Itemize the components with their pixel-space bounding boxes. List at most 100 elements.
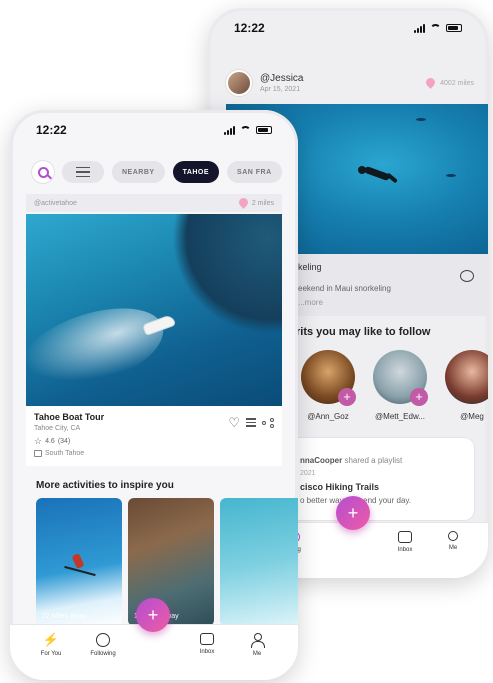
activity-rating: ☆ 4.6 (34) xyxy=(34,437,70,446)
caption-more-link[interactable]: ...more xyxy=(298,298,323,307)
status-time: 12:22 xyxy=(36,123,67,137)
filter-bar: NEARBY TAHOE SAN FRA xyxy=(10,150,298,194)
chip-nearby[interactable]: NEARBY xyxy=(112,161,165,183)
playlist-card[interactable]: nnaCooper shared a playlist 2021 cisco H… xyxy=(288,438,474,520)
search-icon xyxy=(37,166,49,178)
post-username[interactable]: @Jessica xyxy=(260,73,304,84)
boat-wake xyxy=(26,292,174,406)
search-button[interactable] xyxy=(32,161,54,183)
post-header: @activetahoe 2 miles xyxy=(26,194,282,212)
following-icon xyxy=(96,633,110,647)
activity-area: South Tahoe xyxy=(34,450,84,457)
follow-section-title: rits you may like to follow xyxy=(296,326,431,338)
area-label: South Tahoe xyxy=(45,450,85,457)
activity-location: Tahoe City, CA xyxy=(34,425,81,432)
tab-label: Following xyxy=(90,651,116,657)
post-location: 4002 miles xyxy=(426,78,474,89)
chip-tahoe[interactable]: TAHOE xyxy=(172,161,220,183)
marketing-stage: 12:22 @Jessica Apr 15, 2021 4002 miles k… xyxy=(0,0,493,683)
post-distance: 2 miles xyxy=(251,199,274,207)
fish-shape xyxy=(446,174,456,177)
post-location: 2 miles xyxy=(239,198,274,209)
water-shadow xyxy=(172,214,282,334)
post-user: @Jessica Apr 15, 2021 xyxy=(260,73,304,93)
rating-count: (34) xyxy=(57,438,71,445)
location-pin-icon xyxy=(426,78,435,89)
heart-icon[interactable]: ♡ xyxy=(228,416,240,429)
person-card[interactable]: + @Ann_Goz xyxy=(300,350,356,421)
tab-me[interactable]: Me xyxy=(428,531,478,551)
post-distance: 4002 miles xyxy=(440,79,474,87)
status-icons xyxy=(414,23,462,33)
tab-for-you[interactable]: ⚡ For You xyxy=(26,632,76,658)
bolt-icon: ⚡ xyxy=(42,632,60,647)
inspire-section-title: More activities to inspire you xyxy=(36,480,174,491)
rating-value: 4.6 xyxy=(45,438,55,445)
location-pin-icon xyxy=(239,198,248,209)
playlist-share-line: nnaCooper shared a playlist xyxy=(300,456,402,465)
playlist-action: shared a playlist xyxy=(344,456,403,465)
skier-figure xyxy=(64,550,96,577)
playlist-title[interactable]: cisco Hiking Trails xyxy=(300,482,379,492)
add-fab-button[interactable]: + xyxy=(136,598,170,632)
person-handle: @Meg xyxy=(460,412,484,421)
card-caption: 22 Miles Away xyxy=(42,613,87,620)
front-phone: 12:22 NEARBY TAHOE SAN FRA @activetahoe … xyxy=(10,110,298,680)
chat-icon[interactable] xyxy=(460,270,474,282)
follow-plus-icon[interactable]: + xyxy=(410,388,428,406)
person-card[interactable]: + @Mett_Edw... xyxy=(372,350,428,421)
post-image[interactable] xyxy=(26,214,282,406)
person-card[interactable]: @Meg xyxy=(444,350,488,421)
person-handle: @Mett_Edw... xyxy=(375,412,425,421)
share-icon[interactable] xyxy=(262,417,274,428)
post-actions: ♡ xyxy=(228,416,274,429)
post-header: @Jessica Apr 15, 2021 4002 miles xyxy=(226,63,474,103)
me-icon xyxy=(250,633,265,648)
follow-plus-icon[interactable]: + xyxy=(338,388,356,406)
tab-label: Inbox xyxy=(199,649,215,655)
inbox-icon xyxy=(398,531,412,543)
status-time: 12:22 xyxy=(234,21,265,35)
avatar[interactable] xyxy=(226,70,252,96)
activity-title[interactable]: Tahoe Boat Tour xyxy=(34,412,104,422)
tab-label: Inbox xyxy=(397,547,413,553)
inbox-icon xyxy=(200,633,214,645)
playlist-user[interactable]: nnaCooper xyxy=(300,456,342,465)
fish-shape xyxy=(416,118,426,121)
tab-inbox[interactable]: Inbox xyxy=(380,531,430,553)
activity-card[interactable] xyxy=(220,498,298,626)
tab-label: Me xyxy=(448,545,458,551)
add-fab-button[interactable]: + xyxy=(336,496,370,530)
filter-button[interactable] xyxy=(62,161,104,183)
tab-bar: ⚡ For You Following Inbox Me xyxy=(10,624,298,680)
caption-text: eekend in Maui snorkeling xyxy=(298,284,391,293)
status-bar: 12:22 xyxy=(208,8,488,48)
caption-title: keling xyxy=(298,262,322,272)
signal-icon xyxy=(224,125,235,135)
list-icon[interactable] xyxy=(246,418,256,427)
playlist-date: 2021 xyxy=(300,470,316,477)
tab-label: For You xyxy=(40,651,62,657)
tab-following[interactable]: Following xyxy=(78,633,128,657)
avatar xyxy=(445,350,488,404)
activity-card[interactable]: 22 Miles Away xyxy=(36,498,122,626)
post-handle[interactable]: @activetahoe xyxy=(34,200,77,207)
signal-icon xyxy=(414,23,425,33)
diver-figure xyxy=(358,162,398,184)
post-date: Apr 15, 2021 xyxy=(260,86,301,93)
battery-icon xyxy=(446,24,462,32)
wifi-icon xyxy=(240,126,251,134)
star-icon: ☆ xyxy=(34,436,43,446)
tab-inbox[interactable]: Inbox xyxy=(182,633,232,655)
status-icons xyxy=(224,125,272,135)
status-bar: 12:22 xyxy=(10,110,298,150)
tab-label: Me xyxy=(252,651,262,657)
chip-san-francisco[interactable]: SAN FRA xyxy=(227,161,282,183)
tab-me[interactable]: Me xyxy=(232,633,282,657)
battery-icon xyxy=(256,126,272,134)
wifi-icon xyxy=(430,24,441,32)
me-icon xyxy=(448,531,458,541)
people-row: + @Ann_Goz + @Mett_Edw... @Meg xyxy=(300,350,488,421)
post-info: Tahoe Boat Tour Tahoe City, CA ☆ 4.6 (34… xyxy=(26,406,282,466)
person-handle: @Ann_Goz xyxy=(307,412,349,421)
